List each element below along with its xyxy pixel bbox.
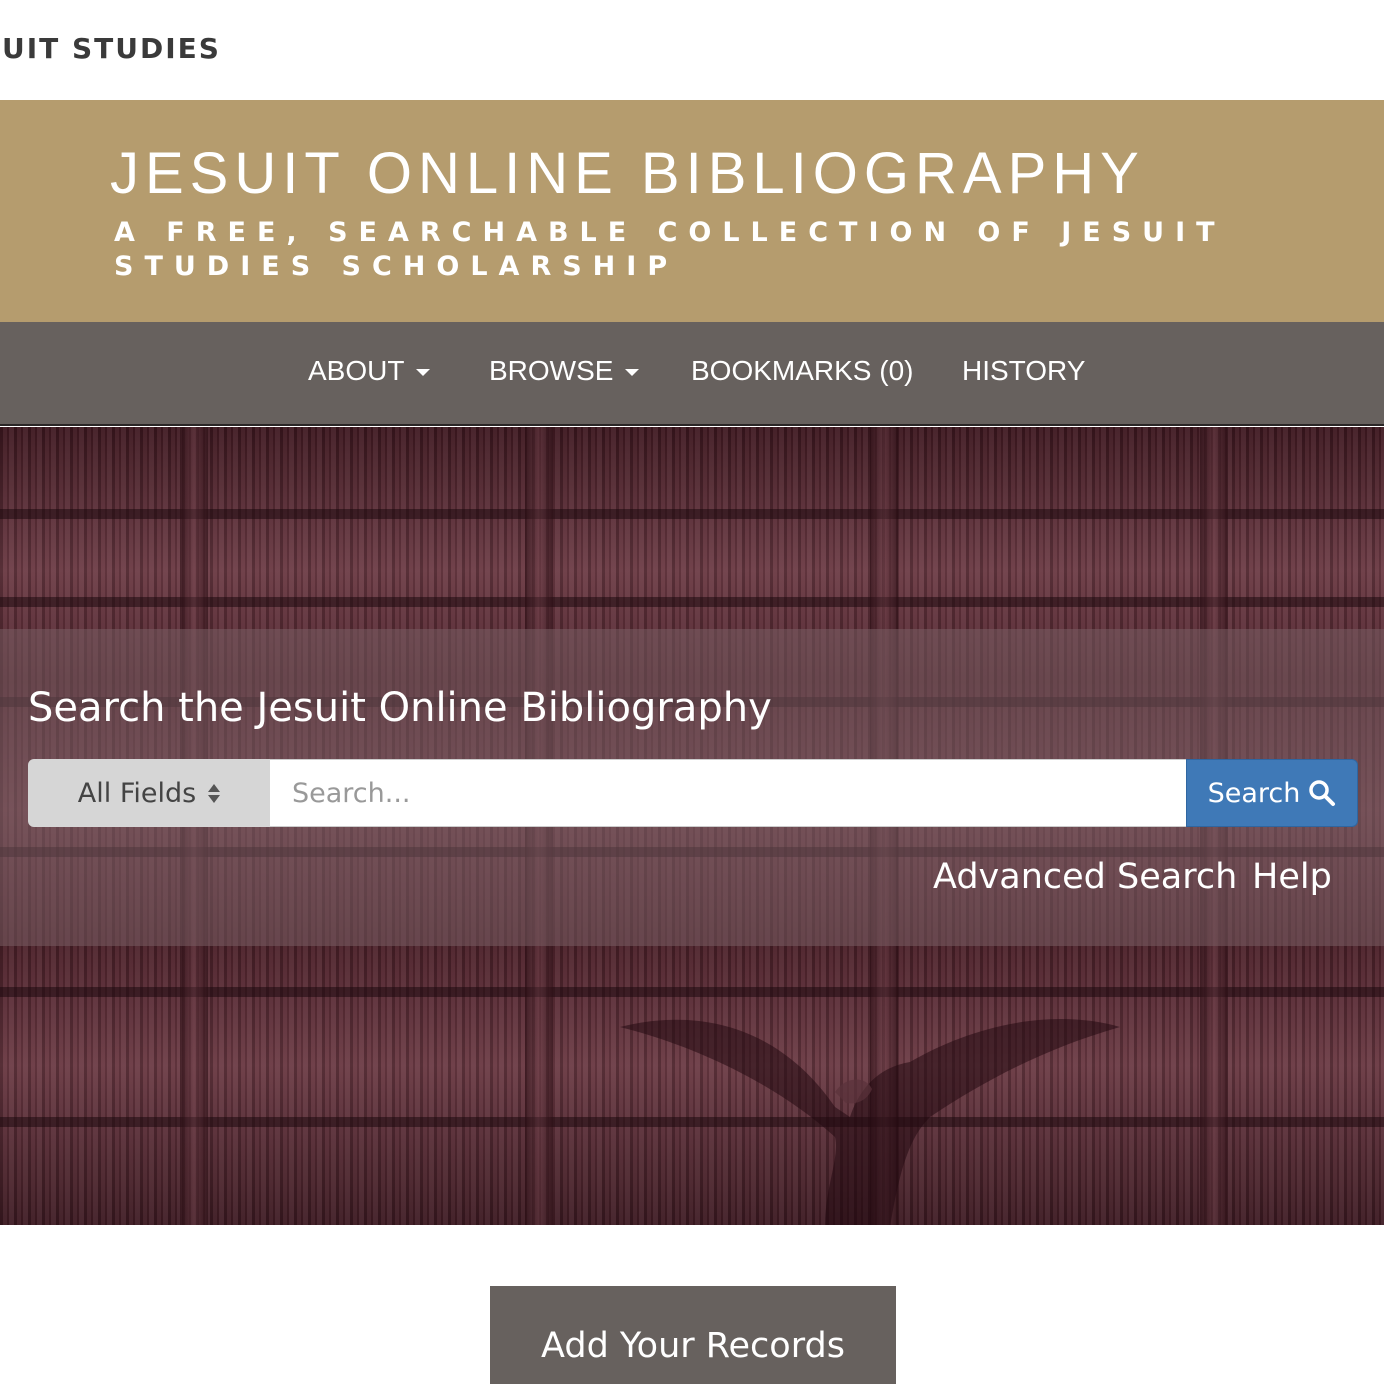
caret-down-icon xyxy=(625,369,640,377)
nav-about-label: ABOUT xyxy=(308,355,405,386)
site-title[interactable]: JESUIT ONLINE BIBLIOGRAPHY xyxy=(110,140,1145,207)
nav-browse[interactable]: BROWSE xyxy=(489,355,640,387)
sort-updown-icon xyxy=(208,783,221,803)
search-button[interactable]: Search xyxy=(1186,759,1358,827)
hero-banner: Search the Jesuit Online Bibliography Al… xyxy=(0,427,1384,1225)
nav-bookmarks[interactable]: BOOKMARKS (0) xyxy=(691,355,913,387)
magnifier-icon xyxy=(1309,780,1336,806)
nav-history[interactable]: HISTORY xyxy=(962,355,1085,387)
add-records-button[interactable]: Add Your Records xyxy=(490,1286,896,1384)
search-field-value: All Fields xyxy=(77,777,197,809)
search-field-select[interactable]: All Fields xyxy=(28,759,270,827)
eagle-sculpture xyxy=(620,1019,1120,1225)
advanced-search-link[interactable]: Advanced Search xyxy=(933,857,1237,897)
nav-history-label: HISTORY xyxy=(962,355,1086,386)
top-strip: UIT STUDIES xyxy=(0,0,1384,100)
masthead: JESUIT ONLINE BIBLIOGRAPHY A FREE, SEARC… xyxy=(0,100,1384,322)
nav-about[interactable]: ABOUT xyxy=(308,355,431,387)
search-panel: Search the Jesuit Online Bibliography Al… xyxy=(0,629,1384,946)
nav-browse-label: BROWSE xyxy=(489,355,614,386)
help-link[interactable]: Help xyxy=(1252,857,1332,897)
site-brand-partial[interactable]: UIT STUDIES xyxy=(2,32,221,65)
search-input[interactable] xyxy=(270,759,1186,827)
site-subtitle: A FREE, SEARCHABLE COLLECTION OF JESUIT … xyxy=(114,217,1226,282)
main-nav: ABOUT BROWSE BOOKMARKS (0) HISTORY xyxy=(0,322,1384,426)
search-button-label: Search xyxy=(1207,777,1301,809)
nav-bookmarks-label: BOOKMARKS (0) xyxy=(691,355,914,386)
search-heading: Search the Jesuit Online Bibliography xyxy=(28,685,772,731)
caret-down-icon xyxy=(416,369,431,377)
